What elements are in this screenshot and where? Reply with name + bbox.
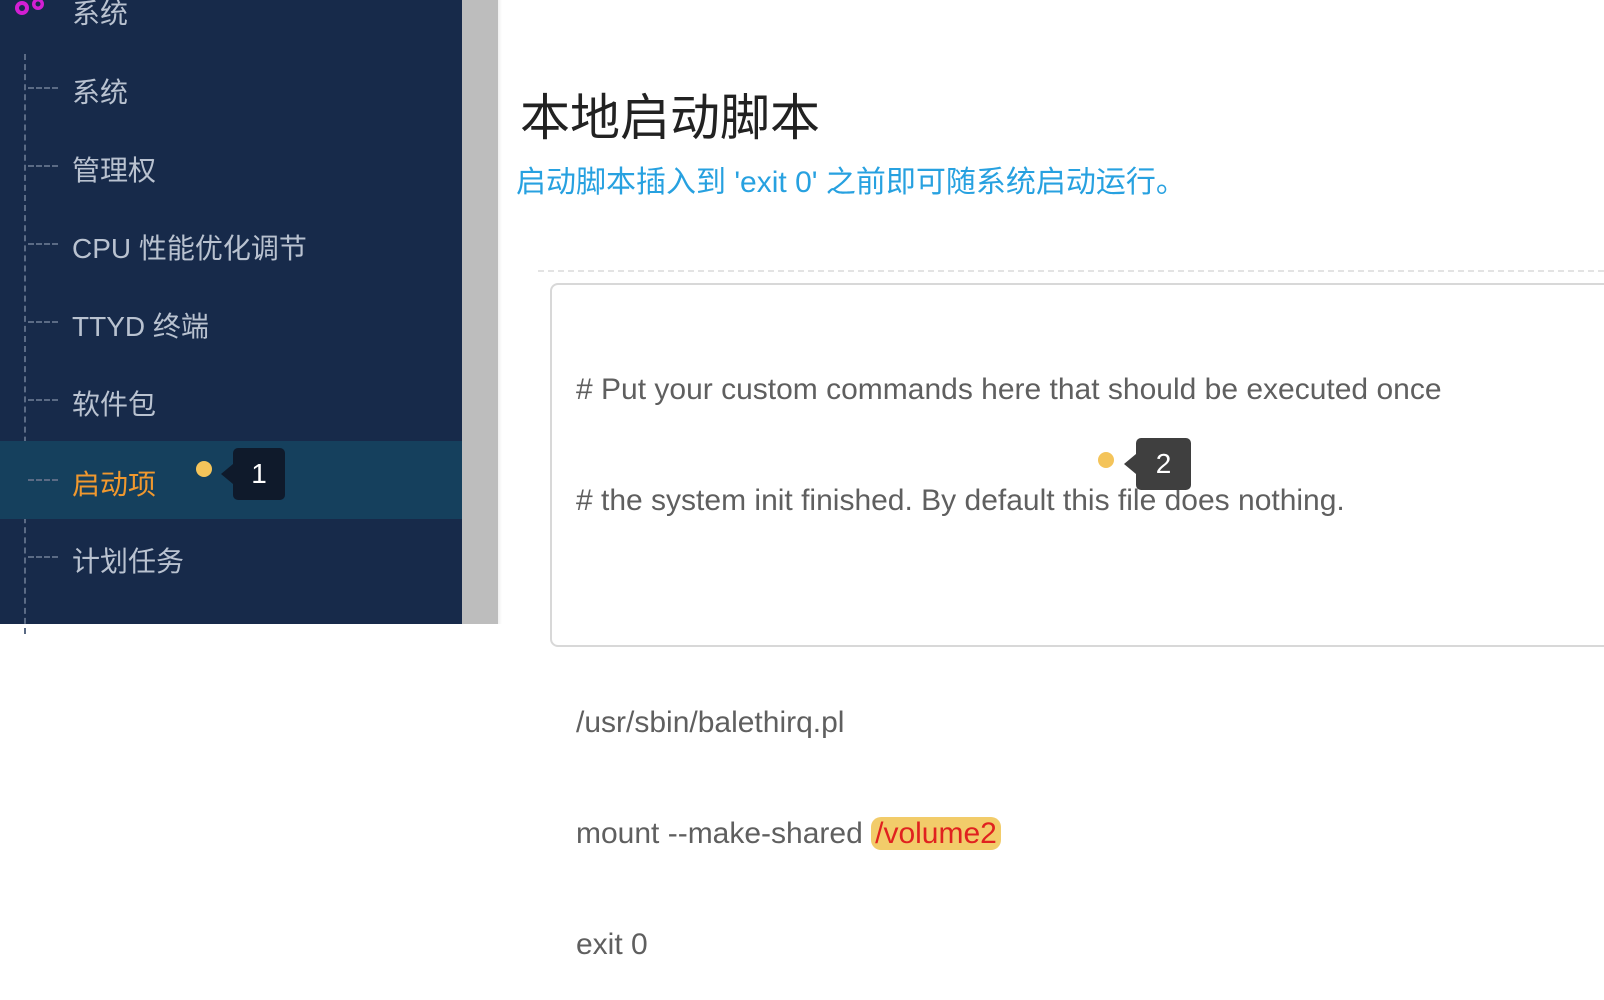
page-description: 启动脚本插入到 'exit 0' 之前即可随系统启动运行。	[516, 166, 1186, 199]
sidebar-item-label: TTYD 终端	[72, 311, 209, 342]
badge-pointer	[221, 464, 233, 484]
page-title: 本地启动脚本	[520, 90, 820, 146]
sidebar-item-label: 系统	[72, 77, 129, 108]
script-text: # Put your custom commands here that sho…	[576, 297, 1442, 1000]
tree-connector	[28, 165, 58, 167]
script-line-mount: mount --make-shared /volume2	[576, 815, 1442, 852]
mount-target-highlight: /volume2	[871, 817, 1001, 850]
script-line: /usr/sbin/balethirq.pl	[576, 706, 845, 739]
annotation-dot	[1098, 452, 1114, 468]
gears-icon	[15, 0, 44, 15]
annotation-dot	[196, 461, 212, 477]
tree-connector	[28, 556, 58, 558]
script-line: # Put your custom commands here that sho…	[576, 373, 1442, 406]
sidebar-section-label: 系统	[72, 0, 129, 29]
tree-connector	[28, 479, 58, 481]
sidebar-item-label: 启动项	[72, 469, 157, 500]
annotation-number: 1	[251, 458, 267, 489]
tree-connector	[28, 243, 58, 245]
sidebar-item-label: 软件包	[72, 389, 157, 420]
sidebar-section-system[interactable]: 系统	[0, 0, 462, 29]
annotation-number: 2	[1155, 448, 1172, 479]
sidebar-item-system[interactable]: 系统	[0, 49, 462, 127]
tree-connector	[28, 321, 58, 323]
sidebar-item-cpu[interactable]: CPU 性能优化调节	[0, 205, 462, 283]
divider	[538, 270, 1604, 272]
sidebar-item-label: 管理权	[72, 155, 157, 186]
script-line: exit 0	[576, 928, 648, 961]
tree-connector	[28, 87, 58, 89]
annotation-badge-2: 2	[1124, 438, 1191, 490]
mount-command: mount --make-shared	[576, 817, 872, 850]
sidebar: 系统 系统 管理权 CPU 性能优化调节 TTYD 终端 软件包 启动项 计划任…	[0, 0, 462, 634]
sidebar-item-label: 计划任务	[72, 546, 185, 577]
sidebar-item-packages[interactable]: 软件包	[0, 361, 462, 439]
badge-pointer	[1124, 454, 1136, 474]
tree-connector	[28, 399, 58, 401]
script-line: # the system init finished. By default t…	[576, 484, 1345, 517]
script-line	[576, 593, 1442, 630]
sidebar-item-label: CPU 性能优化调节	[72, 233, 307, 264]
sidebar-item-ttyd[interactable]: TTYD 终端	[0, 283, 462, 361]
annotation-badge-1: 1	[221, 448, 285, 500]
sidebar-item-scheduled-tasks[interactable]: 计划任务	[0, 518, 462, 596]
sidebar-scrollbar[interactable]	[462, 0, 502, 624]
sidebar-item-admin[interactable]: 管理权	[0, 127, 462, 205]
